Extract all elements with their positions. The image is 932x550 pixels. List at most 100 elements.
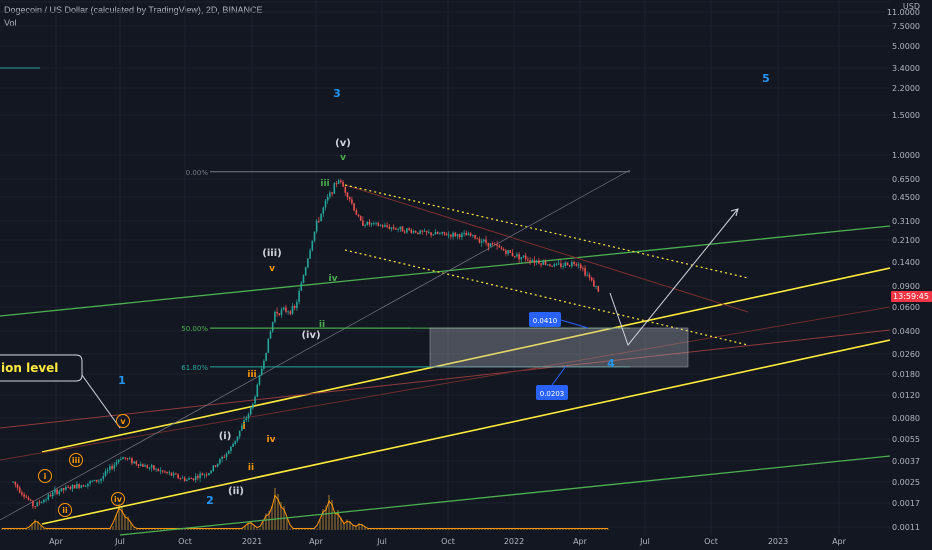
candle-body bbox=[245, 418, 248, 421]
candle-body bbox=[274, 311, 276, 322]
candle-body bbox=[60, 488, 63, 492]
wave-label-minor-iv: (iv) bbox=[301, 330, 320, 341]
candle-body bbox=[161, 470, 164, 472]
price-tick-label: 0.4500 bbox=[892, 193, 920, 202]
candle-body bbox=[443, 231, 446, 234]
candle-body bbox=[126, 458, 129, 460]
candle-body bbox=[225, 453, 228, 458]
candle-body bbox=[186, 479, 188, 482]
candle-body bbox=[390, 227, 393, 229]
candle-body bbox=[555, 264, 558, 265]
target-zone-box bbox=[429, 327, 689, 368]
wave-label-5: 5 bbox=[762, 72, 770, 85]
grid bbox=[0, 0, 890, 535]
candle-body bbox=[181, 477, 184, 479]
candle-body bbox=[478, 238, 481, 243]
candle-body bbox=[12, 481, 14, 483]
candle-body bbox=[467, 233, 470, 236]
candle-body bbox=[252, 403, 254, 408]
candle-body bbox=[364, 225, 366, 226]
candle-body bbox=[412, 231, 415, 233]
candle-body bbox=[397, 229, 399, 230]
candle-body bbox=[384, 225, 386, 227]
wave-label-minor-iii: (iii) bbox=[262, 248, 281, 259]
candle-body bbox=[27, 497, 30, 500]
time-tick-label: Oct bbox=[704, 537, 718, 546]
candle-body bbox=[476, 238, 479, 240]
annotations: 0.00% 50.00% 61.80% 0.0410 0.0203 ion level bbox=[0, 169, 739, 429]
candle-body bbox=[111, 466, 113, 469]
candle-body bbox=[516, 254, 518, 257]
wave-label-minor-i: (i) bbox=[219, 431, 232, 442]
candle-body bbox=[58, 491, 61, 494]
candle-body bbox=[146, 465, 149, 469]
candle-body bbox=[260, 368, 263, 376]
candle-body bbox=[172, 473, 175, 476]
candle-body bbox=[142, 464, 144, 467]
callout-upper-pointer bbox=[560, 319, 589, 329]
wave-label-1: 1 bbox=[118, 374, 126, 387]
callout-upper-text: 0.0410 bbox=[533, 317, 558, 325]
candle-body bbox=[518, 254, 520, 260]
candle-body bbox=[368, 221, 371, 225]
candle-body bbox=[135, 461, 138, 465]
candle-body bbox=[144, 465, 146, 467]
wave-label-green-iii: iii bbox=[320, 179, 329, 189]
candle-body bbox=[421, 230, 424, 232]
wave-label-sub-iii: iii bbox=[247, 370, 256, 380]
candle-body bbox=[593, 280, 595, 287]
candle-body bbox=[282, 307, 285, 310]
candle-body bbox=[309, 250, 311, 259]
candle-body bbox=[458, 234, 461, 238]
wave-label-minor-ii: (ii) bbox=[228, 486, 244, 497]
candle-body bbox=[469, 233, 472, 236]
candle-body bbox=[87, 483, 89, 487]
candle-body bbox=[428, 232, 430, 234]
candle-body bbox=[51, 492, 54, 497]
candle-body bbox=[267, 338, 270, 353]
candle-body bbox=[29, 499, 32, 501]
candle-body bbox=[192, 478, 195, 481]
time-tick-label: Oct bbox=[441, 537, 455, 546]
price-tick-label: 0.0120 bbox=[892, 391, 920, 400]
candle-body bbox=[137, 464, 140, 466]
candle-body bbox=[480, 241, 483, 243]
price-tick-label: 0.1400 bbox=[892, 258, 920, 267]
price-chart[interactable]: 0.00% 50.00% 61.80% 0.0410 0.0203 ion level 1… bbox=[0, 0, 932, 550]
candle-body bbox=[212, 465, 215, 471]
candle-body bbox=[522, 255, 525, 258]
price-tick-label: 0.6500 bbox=[892, 175, 920, 184]
yellow-channel-lower bbox=[41, 339, 891, 525]
candle-body bbox=[216, 463, 219, 467]
candle-body bbox=[575, 263, 578, 266]
price-tick-label: 0.2100 bbox=[892, 236, 920, 245]
candle-body bbox=[333, 183, 336, 194]
candle-body bbox=[179, 478, 182, 479]
candle-body bbox=[148, 467, 151, 469]
candle-body bbox=[109, 466, 111, 471]
candle-body bbox=[373, 223, 375, 224]
candle-body bbox=[403, 231, 406, 233]
candle-body bbox=[417, 232, 419, 234]
candle-body bbox=[49, 494, 52, 497]
candle-body bbox=[311, 240, 314, 251]
candle-body bbox=[535, 260, 538, 263]
candle-body bbox=[307, 258, 309, 268]
price-tick-label: 0.0055 bbox=[892, 435, 920, 444]
price-tick-label: 0.0011 bbox=[892, 523, 920, 532]
candle-body bbox=[351, 199, 353, 204]
price-tick-label: 1.0000 bbox=[892, 151, 920, 160]
price-tick-label: 0.0180 bbox=[892, 370, 920, 379]
price-tick-label: 0.0025 bbox=[892, 478, 920, 487]
candle-body bbox=[47, 494, 50, 500]
candle-body bbox=[199, 473, 201, 479]
wave-label-sub-i: i bbox=[242, 422, 245, 432]
callout-lower-pointer bbox=[551, 365, 567, 386]
candle-body bbox=[441, 231, 443, 234]
candle-body bbox=[21, 492, 23, 495]
candle-body bbox=[227, 450, 230, 454]
candle-body bbox=[67, 486, 69, 488]
candle-body bbox=[194, 475, 197, 481]
candle-body bbox=[425, 230, 428, 233]
candle-body bbox=[43, 499, 45, 503]
